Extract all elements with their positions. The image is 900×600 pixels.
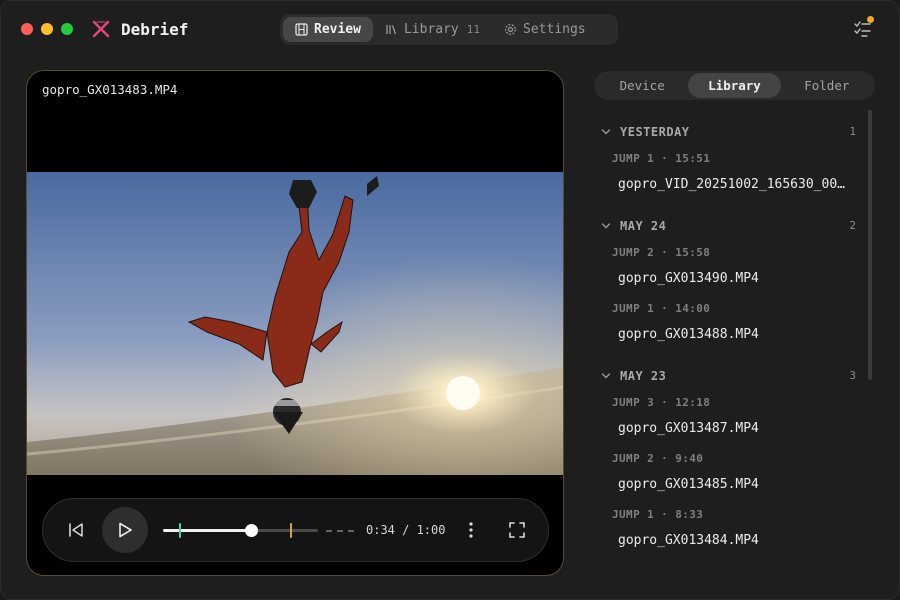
playback-time: 0:34 / 1:00 [366,523,446,537]
trim-start-handle[interactable] [179,523,181,538]
chevron-down-icon [601,223,611,229]
group-title: MAY 23 [620,369,667,383]
notification-dot [867,16,874,23]
chevron-down-icon [601,129,611,135]
group-header-may-24[interactable]: MAY 24 2 [594,216,862,236]
chevron-down-icon [601,373,611,379]
source-tab-device[interactable]: Device [596,73,688,98]
main-nav: Review Library 11 Settings [280,14,618,45]
gear-icon [505,24,516,35]
fullscreen-icon[interactable] [508,521,526,539]
film-icon [295,23,308,36]
jump-meta: JUMP 1 · 15:51 [612,152,711,165]
tab-settings-label: Settings [523,22,586,37]
jump-meta: JUMP 3 · 12:18 [612,396,711,409]
jump-meta: JUMP 1 · 14:00 [612,302,711,315]
play-icon [119,522,132,538]
group-header-yesterday[interactable]: YESTERDAY 1 [594,122,862,142]
jump-list-scrollbar[interactable] [868,110,872,380]
jump-file-item[interactable]: gopro_GX013484.MP4 [618,533,862,548]
scrubber-tail [326,530,354,532]
app-name: Debrief [121,19,189,39]
scrubber[interactable] [163,523,354,538]
jump-file-item[interactable]: gopro_GX013490.MP4 [618,271,862,286]
tab-library[interactable]: Library 11 [373,17,492,42]
video-frame[interactable] [27,172,564,475]
title-bar: Debrief Review Library 11 Settings [1,1,899,57]
minimize-window-button[interactable] [41,23,53,35]
jump-file-item[interactable]: gopro_GX013488.MP4 [618,327,862,342]
group-count: 1 [849,125,856,138]
jump-file-item[interactable]: gopro_GX013485.MP4 [618,477,862,492]
library-count: 11 [466,23,481,36]
jump-meta: JUMP 2 · 9:40 [612,452,704,465]
jump-list: YESTERDAY 1 JUMP 1 · 15:51 gopro_VID_202… [594,111,862,551]
skip-back-icon[interactable] [67,521,85,539]
play-button[interactable] [102,507,148,553]
group-count: 2 [849,219,856,232]
more-options-icon[interactable] [463,521,479,539]
jump-file-item[interactable]: gopro_GX013487.MP4 [618,421,862,436]
app-window: Debrief Review Library 11 Settings gopro… [0,0,900,600]
tab-library-label: Library [403,22,459,37]
debrief-logo-icon [92,20,110,38]
trim-end-handle[interactable] [290,523,292,538]
source-tab-library[interactable]: Library [688,73,781,98]
tab-review-label: Review [314,22,361,37]
source-tab-folder[interactable]: Folder [781,73,873,98]
library-icon [386,25,397,35]
brand: Debrief [91,17,188,41]
tab-review[interactable]: Review [283,17,373,42]
scrubber-thumb[interactable] [245,524,258,537]
jump-meta: JUMP 2 · 15:58 [612,246,711,259]
jump-meta: JUMP 1 · 8:33 [612,508,704,521]
video-player: gopro_GX013483.MP4 0:34 / 1:00 [26,70,564,576]
group-title: MAY 24 [620,219,667,233]
player-filename: gopro_GX013483.MP4 [42,82,178,97]
playback-controls: 0:34 / 1:00 [42,498,549,562]
group-title: YESTERDAY [620,125,690,139]
group-count: 3 [849,369,856,382]
zoom-window-button[interactable] [61,23,73,35]
source-segmented-control: Device Library Folder [594,71,875,100]
scrubber-remaining [251,529,318,532]
tab-settings[interactable]: Settings [492,17,598,42]
jump-file-item[interactable]: gopro_VID_20251002_165630_00… [618,177,862,192]
scrubber-progress [163,529,251,532]
close-window-button[interactable] [21,23,33,35]
group-header-may-23[interactable]: MAY 23 3 [594,366,862,386]
